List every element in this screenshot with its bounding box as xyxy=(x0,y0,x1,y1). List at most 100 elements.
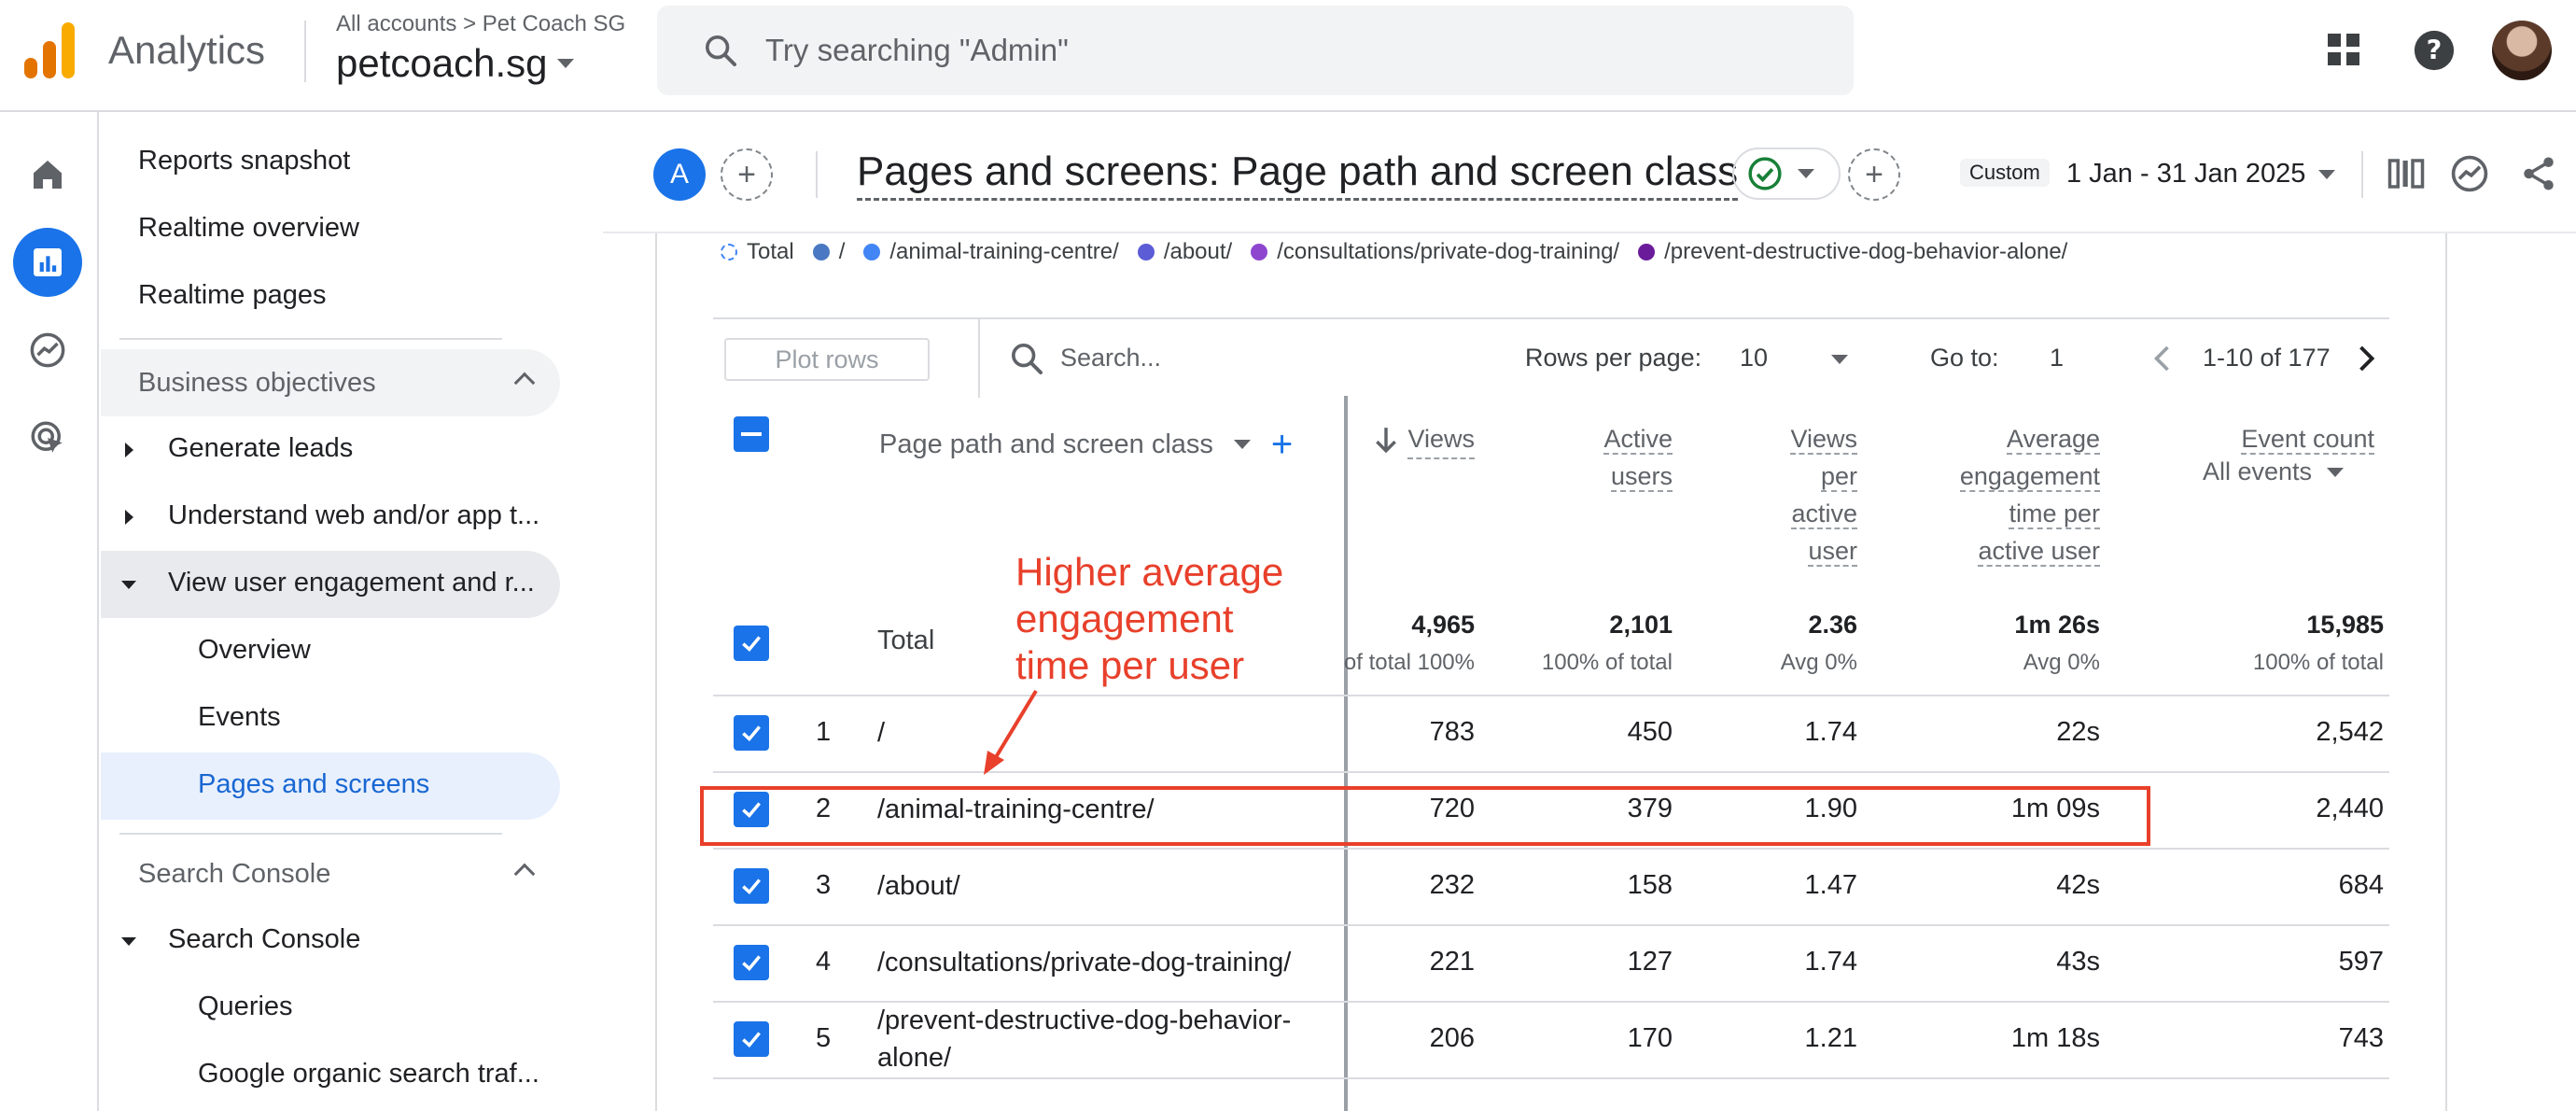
page-path-cell[interactable]: /prevent-destructive-dog-behavior-alone/ xyxy=(877,1002,1316,1076)
custom-date-chip: Custom xyxy=(1960,159,2050,187)
select-all-checkbox[interactable] xyxy=(734,416,769,452)
nav-view-engagement[interactable]: View user engagement and r... xyxy=(168,568,551,598)
chevron-left-icon[interactable] xyxy=(2147,342,2180,375)
nav-realtime-overview[interactable]: Realtime overview xyxy=(138,213,359,244)
property-selector[interactable]: petcoach.sg xyxy=(336,41,574,86)
event-count-header[interactable]: Event count xyxy=(2156,420,2374,457)
reports-icon[interactable] xyxy=(13,228,82,297)
row-checkbox[interactable] xyxy=(734,1021,769,1057)
row-checkbox[interactable] xyxy=(734,715,769,751)
row-checkbox[interactable] xyxy=(734,945,769,980)
caret-down-icon xyxy=(2327,467,2345,477)
nav-events[interactable]: Events xyxy=(198,702,281,733)
views-header[interactable]: Views xyxy=(1363,420,1475,459)
home-icon[interactable] xyxy=(13,140,82,209)
section-search-console[interactable]: Search Console xyxy=(101,840,560,907)
header-line: Event count xyxy=(2241,425,2374,455)
header-line: time per xyxy=(2009,499,2100,529)
nav-overview[interactable]: Overview xyxy=(198,635,311,666)
global-search[interactable]: Try searching "Admin" xyxy=(657,6,1854,95)
rows-per-page-select[interactable]: 10 xyxy=(1740,344,1768,373)
legend-item[interactable]: /animal-training-centre/ xyxy=(863,239,1119,265)
nav-understand-traffic[interactable]: Understand web and/or app t... xyxy=(168,500,551,531)
legend-label: Total xyxy=(747,239,794,264)
nav-search-console[interactable]: Search Console xyxy=(168,924,360,955)
avatar[interactable] xyxy=(2492,21,2552,80)
legend-swatch xyxy=(812,244,830,260)
event-count-cell: 743 xyxy=(2338,1023,2384,1053)
chart-legend: Total / /animal-training-centre/ /about/ /co… xyxy=(721,239,2086,265)
avg-engagement-cell: 22s xyxy=(2056,717,2100,747)
date-range-picker[interactable]: 1 Jan - 31 Jan 2025 xyxy=(2066,159,2305,190)
share-icon[interactable] xyxy=(2514,149,2563,198)
legend-item[interactable]: /prevent-destructive-dog-behavior-alone/ xyxy=(1638,239,2067,265)
apps-grid-icon[interactable] xyxy=(2320,26,2369,75)
legend-item[interactable]: / xyxy=(812,239,845,265)
active-users-header[interactable]: Active users xyxy=(1531,420,1673,495)
total-views: 4,965 xyxy=(1411,611,1475,639)
compare-icon[interactable] xyxy=(2382,149,2430,198)
totals-checkbox[interactable] xyxy=(734,626,769,661)
insights-icon[interactable] xyxy=(2445,149,2494,198)
rows-caret-icon[interactable] xyxy=(1831,355,1848,364)
event-filter-select[interactable]: All events xyxy=(2203,457,2345,486)
advertising-icon[interactable] xyxy=(13,403,82,472)
nav-pages-and-screens[interactable]: Pages and screens xyxy=(198,769,429,800)
page-path-cell[interactable]: / xyxy=(877,714,1316,752)
table-search-input[interactable]: Search... xyxy=(1060,344,1161,373)
date-caret-icon[interactable] xyxy=(2318,170,2335,179)
add-comparison-button[interactable]: + xyxy=(721,148,773,201)
expand-arrow-icon[interactable] xyxy=(125,443,133,457)
chevron-right-icon[interactable] xyxy=(2348,342,2382,375)
active-users-cell: 158 xyxy=(1627,870,1673,900)
rows-per-page-label: Rows per page: xyxy=(1525,344,1702,372)
dimension-header[interactable]: Page path and screen class + xyxy=(879,426,1293,463)
views-per-user-header[interactable]: Views per active user xyxy=(1702,420,1857,570)
divider xyxy=(978,319,980,398)
row-index: 3 xyxy=(816,870,832,900)
analytics-logo-icon[interactable] xyxy=(24,22,77,78)
legend-label: /animal-training-centre/ xyxy=(889,239,1119,264)
nav-divider xyxy=(119,833,502,835)
nav-reports-snapshot[interactable]: Reports snapshot xyxy=(138,146,350,176)
row-divider xyxy=(713,695,2389,696)
header-line: active user xyxy=(1978,537,2100,567)
account-breadcrumb[interactable]: All accounts > Pet Coach SG xyxy=(336,11,625,37)
header-line: per xyxy=(1820,462,1857,492)
explore-icon[interactable] xyxy=(13,316,82,385)
section-business-objectives[interactable]: Business objectives xyxy=(101,349,560,416)
help-icon[interactable]: ? xyxy=(2410,26,2458,75)
plot-rows-button[interactable]: Plot rows xyxy=(724,338,930,381)
event-count-cell: 2,440 xyxy=(2316,794,2384,823)
total-views-per-user: 2.36 xyxy=(1808,611,1857,639)
row-divider xyxy=(713,848,2389,850)
nav-queries[interactable]: Queries xyxy=(198,991,293,1022)
caret-down-icon xyxy=(1798,169,1814,178)
row-checkbox[interactable] xyxy=(734,868,769,904)
svg-text:?: ? xyxy=(2427,35,2443,66)
nav-google-organic[interactable]: Google organic search traf... xyxy=(198,1059,553,1090)
legend-item[interactable]: /about/ xyxy=(1137,239,1233,265)
total-active-users: 2,101 xyxy=(1609,611,1673,639)
add-dimension-icon[interactable]: + xyxy=(1271,426,1293,463)
legend-label: /about/ xyxy=(1163,239,1233,264)
column-divider xyxy=(1344,396,1348,1111)
legend-item[interactable]: /consultations/private-dog-training/ xyxy=(1251,239,1619,265)
report-status-menu[interactable] xyxy=(1732,148,1841,200)
comparison-avatar[interactable]: A xyxy=(653,148,706,201)
nav-generate-leads[interactable]: Generate leads xyxy=(168,433,353,464)
highlight-box xyxy=(700,786,2150,846)
nav-realtime-pages[interactable]: Realtime pages xyxy=(138,280,327,311)
page-path-cell[interactable]: /about/ xyxy=(877,867,1316,905)
page-title[interactable]: Pages and screens: Page path and screen … xyxy=(857,146,1739,201)
expand-arrow-icon[interactable] xyxy=(125,510,133,525)
avg-engagement-header[interactable]: Average engagement time per active user xyxy=(1867,420,2100,570)
legend-item[interactable]: Total xyxy=(721,239,794,265)
divider xyxy=(2361,151,2363,198)
collapse-arrow-icon[interactable] xyxy=(121,581,136,589)
legend-swatch xyxy=(1251,244,1268,260)
goto-input[interactable]: 1 xyxy=(2050,344,2064,373)
collapse-arrow-icon[interactable] xyxy=(121,937,136,946)
page-path-cell[interactable]: /consultations/private-dog-training/ xyxy=(877,944,1316,981)
add-button[interactable]: + xyxy=(1848,148,1900,201)
